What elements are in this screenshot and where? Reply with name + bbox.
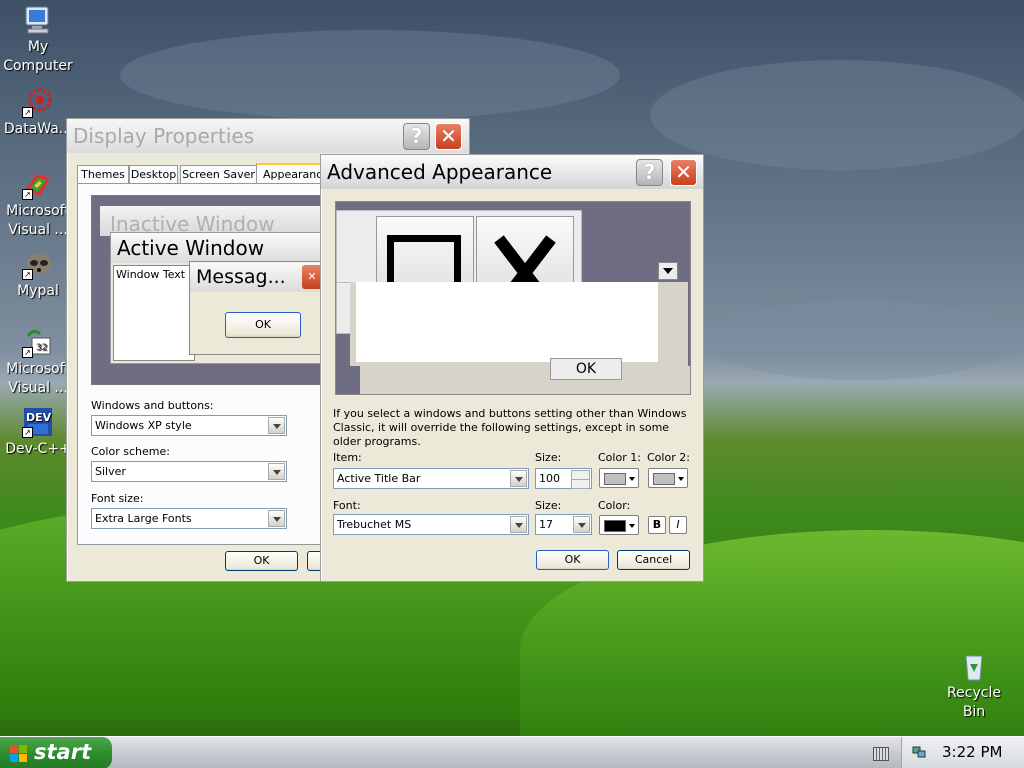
windows-buttons-select[interactable]: Windows XP style xyxy=(91,415,287,436)
advanced-preview: OK xyxy=(335,201,691,395)
color1-swatch xyxy=(604,473,626,485)
color-scheme-label: Color scheme: xyxy=(91,445,170,458)
clock[interactable]: 3:22 PM xyxy=(942,743,1002,761)
desktop: My Computer ↗ DataWa... ↗ Microsoft Visu… xyxy=(0,0,1024,736)
italic-toggle[interactable]: I xyxy=(669,516,687,534)
font-size-select[interactable]: Extra Large Fonts xyxy=(91,508,287,529)
titlebar[interactable]: Display Properties ? ✕ xyxy=(67,119,469,153)
visual-foxpro-icon: 32 ↗ xyxy=(22,326,54,358)
recycle-bin-icon xyxy=(958,650,990,682)
ok-button[interactable]: OK xyxy=(536,550,609,570)
spin-down-icon[interactable] xyxy=(571,479,590,489)
desktop-icon-label: Recycle Bin xyxy=(947,685,1001,720)
chevron-down-icon[interactable] xyxy=(268,463,285,480)
color2-swatch xyxy=(653,473,675,485)
info-text: If you select a windows and buttons sett… xyxy=(333,407,687,448)
color2-picker[interactable] xyxy=(648,468,688,488)
font-label: Font: xyxy=(333,499,361,512)
preview-message-box: Messag... ✕ OK xyxy=(189,261,328,355)
cancel-button[interactable]: Cancel xyxy=(617,550,690,570)
advanced-appearance-dialog[interactable]: Advanced Appearance ? ✕ OK If you select… xyxy=(320,154,704,582)
item-size-stepper[interactable]: 100 xyxy=(535,468,592,489)
desktop-icon-label: My Computer xyxy=(3,39,73,74)
font-size-select[interactable]: 17 xyxy=(535,514,592,535)
tab-screen-saver[interactable]: Screen Saver xyxy=(180,165,257,184)
font-size-label: Size: xyxy=(535,499,562,512)
chevron-down-icon[interactable] xyxy=(510,470,527,487)
dev-cpp-icon: DEV ↗ xyxy=(22,406,54,438)
my-computer-icon xyxy=(22,4,54,36)
color-scheme-select[interactable]: Silver xyxy=(91,461,287,482)
windows-buttons-label: Windows and buttons: xyxy=(91,399,214,412)
preview-message-area xyxy=(356,282,658,362)
font-select[interactable]: Trebuchet MS xyxy=(333,514,529,535)
item-label: Item: xyxy=(333,451,362,464)
font-color-swatch xyxy=(604,520,626,532)
dialog-title: Advanced Appearance xyxy=(327,160,553,184)
mypal-icon: ↗ xyxy=(22,248,54,280)
help-button[interactable]: ? xyxy=(636,159,663,186)
preview-close-icon: ✕ xyxy=(302,265,322,289)
windows-logo-icon xyxy=(10,744,28,762)
appearance-preview: Inactive Window Active Window Window Tex… xyxy=(91,195,329,385)
close-button[interactable]: ✕ xyxy=(670,159,697,186)
desktop-icon-my-computer[interactable]: My Computer xyxy=(0,4,78,76)
chevron-down-icon[interactable] xyxy=(573,516,590,533)
svg-text:32: 32 xyxy=(36,343,47,353)
chevron-down-icon[interactable] xyxy=(510,516,527,533)
svg-text:DEV: DEV xyxy=(26,411,52,424)
font-color-label: Color: xyxy=(598,499,631,512)
visual-studio-icon: ↗ xyxy=(22,168,54,200)
color1-label: Color 1: xyxy=(598,451,641,464)
chevron-down-icon[interactable] xyxy=(268,510,285,527)
item-select[interactable]: Active Title Bar xyxy=(333,468,529,489)
tab-themes[interactable]: Themes xyxy=(77,165,129,184)
datawarehouse-icon: ↗ xyxy=(22,86,54,118)
font-color-picker[interactable] xyxy=(599,515,639,535)
color2-label: Color 2: xyxy=(647,451,690,464)
close-button[interactable]: ✕ xyxy=(435,123,462,150)
keyboard-icon[interactable] xyxy=(873,747,889,761)
chevron-down-icon[interactable] xyxy=(268,417,285,434)
help-button[interactable]: ? xyxy=(403,123,430,150)
color1-picker[interactable] xyxy=(599,468,639,488)
chevron-down-icon xyxy=(678,477,684,481)
system-tray: 3:22 PM xyxy=(901,737,1024,768)
preview-active-window: Active Window Window Text Messag... ✕ OK xyxy=(110,232,328,364)
network-icon[interactable] xyxy=(912,745,926,759)
bold-toggle[interactable]: B xyxy=(648,516,666,534)
desktop-icon-recycle-bin[interactable]: Recycle Bin xyxy=(934,650,1014,722)
font-size-label: Font size: xyxy=(91,492,144,505)
tab-desktop[interactable]: Desktop xyxy=(129,165,178,184)
preview-ok-button: OK xyxy=(550,358,622,380)
chevron-down-icon xyxy=(629,524,635,528)
preview-scroll-arrow xyxy=(658,262,678,280)
titlebar[interactable]: Advanced Appearance ? ✕ xyxy=(321,155,703,189)
taskbar: start 3:22 PM xyxy=(0,736,1024,768)
chevron-down-icon xyxy=(629,477,635,481)
ok-button[interactable]: OK xyxy=(225,551,298,571)
start-button[interactable]: start xyxy=(0,737,112,768)
window-title: Display Properties xyxy=(73,124,255,148)
size-label: Size: xyxy=(535,451,562,464)
preview-ok-button: OK xyxy=(225,312,301,338)
